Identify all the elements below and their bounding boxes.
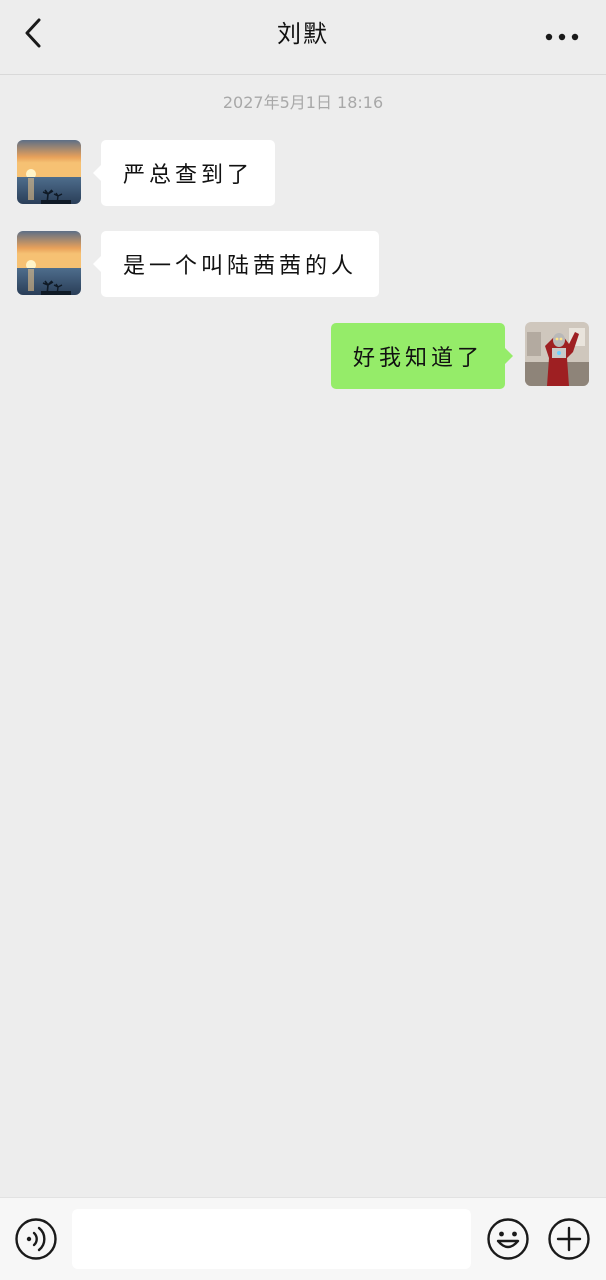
incoming-message-bubble[interactable]: 是一个叫陆茜茜的人	[92, 231, 380, 297]
message-text: 是一个叫陆茜茜的人	[123, 254, 358, 279]
voice-icon	[14, 1218, 58, 1265]
message-text: 严总查到了	[123, 163, 254, 188]
emoji-icon	[486, 1218, 530, 1265]
chat-header: 刘默	[0, 0, 606, 75]
more-functions-button[interactable]	[547, 1217, 591, 1261]
more-options-button[interactable]	[538, 18, 586, 52]
incoming-message-bubble[interactable]: 严总查到了	[92, 140, 276, 206]
message-text: 好我知道了	[352, 346, 483, 371]
message-list[interactable]: 2027年5月1日 18:16 严总查到了 是一个叫陆茜茜的人 好我知道了	[0, 75, 606, 1198]
chat-screen: 刘默 2027年5月1日 18:16 严总查到了 是一个叫陆茜茜的人 好我知道了	[0, 0, 606, 1280]
my-avatar[interactable]	[525, 322, 589, 386]
contact-avatar[interactable]	[17, 231, 81, 295]
chat-title: 刘默	[277, 20, 329, 48]
message-input[interactable]	[72, 1209, 471, 1269]
message-timestamp: 2027年5月1日 18:16	[222, 93, 384, 112]
outgoing-message-bubble[interactable]: 好我知道了	[330, 323, 514, 389]
message-input-bar	[0, 1197, 606, 1280]
contact-avatar[interactable]	[17, 140, 81, 204]
voice-button[interactable]	[14, 1217, 58, 1261]
emoji-button[interactable]	[486, 1217, 530, 1261]
more-horizontal-icon	[545, 26, 579, 45]
plus-icon	[547, 1218, 591, 1265]
